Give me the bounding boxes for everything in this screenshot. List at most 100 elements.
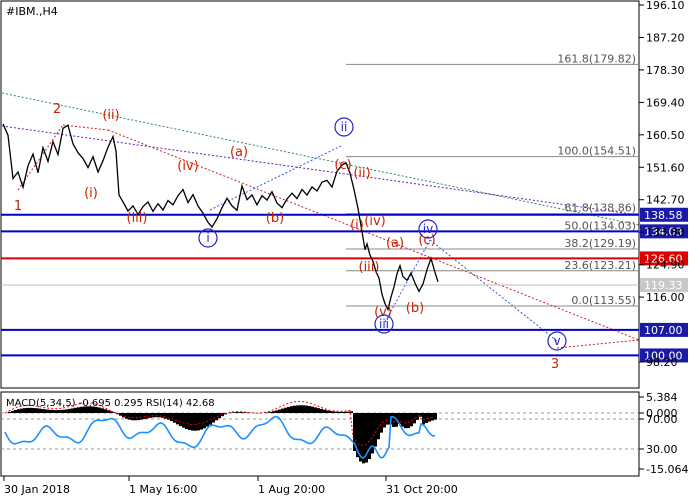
- macd-histogram-bar: [110, 411, 113, 413]
- current-price-label: 119.33: [644, 279, 683, 292]
- y-tick-label: 142.70: [646, 194, 685, 207]
- macd-histogram-bar: [56, 410, 59, 413]
- macd-histogram-bar: [53, 410, 56, 413]
- wave-label: (iii): [127, 211, 148, 226]
- macd-histogram-bar: [266, 412, 269, 413]
- macd-histogram-bar: [317, 408, 320, 413]
- macd-histogram-bar: [314, 407, 317, 413]
- fib-label: 161.8(179.82): [557, 52, 636, 65]
- circled-wave-label: v: [553, 334, 560, 348]
- macd-histogram-bar: [326, 410, 329, 413]
- wave-label: (ii): [102, 108, 119, 123]
- wave-label: (iii): [359, 260, 380, 275]
- macd-histogram-bar: [338, 411, 341, 413]
- macd-histogram-bar: [41, 408, 44, 413]
- macd-histogram-bar: [71, 408, 74, 413]
- macd-histogram-bar: [50, 409, 53, 413]
- macd-histogram-bar: [284, 407, 287, 413]
- wave-label: 1: [14, 199, 22, 214]
- macd-histogram-bar: [416, 413, 419, 420]
- macd-histogram-bar: [149, 413, 152, 418]
- macd-histogram-bar: [299, 405, 302, 413]
- x-tick-label: 31 Oct 20:00: [386, 483, 458, 496]
- y-tick-label: 151.60: [646, 161, 685, 174]
- time-axis: 30 Jan 2018 1 May 16:00 1 Aug 20:00 31 Oct …: [3, 476, 458, 496]
- price-axis: 196.10 187.20 178.30 169.40 160.50 151.60 142.…: [639, 0, 685, 369]
- macd-histogram-bar: [323, 409, 326, 413]
- fib-label: 61.8(138.86): [564, 202, 636, 215]
- macd-histogram-bar: [428, 413, 431, 422]
- macd-histogram-bar: [134, 413, 137, 421]
- wave-label: 3: [551, 357, 559, 372]
- macd-histogram-bar: [137, 413, 140, 421]
- indicator-title: MACD(5,34,5) -0.695 0.295 RSI(14) 42.68: [6, 398, 215, 409]
- macd-histogram-bar: [155, 413, 158, 418]
- macd-histogram-bar: [68, 408, 71, 413]
- macd-histogram-bar: [170, 413, 173, 422]
- wave-label: (b): [266, 211, 284, 226]
- macd-histogram-bar: [65, 409, 68, 413]
- wave-label: (iv): [177, 159, 198, 174]
- fib-label: 0.0(113.55): [571, 294, 636, 307]
- macd-histogram-bar: [434, 413, 437, 420]
- y-tick-label: 124.90: [646, 259, 685, 272]
- macd-histogram-bar: [158, 413, 161, 418]
- macd-histogram-bar: [290, 406, 293, 413]
- macd-histogram-bar: [203, 413, 206, 429]
- macd-histogram-bar: [191, 413, 194, 431]
- wave-label: (i): [84, 186, 98, 201]
- circled-wave-label: i: [206, 231, 209, 245]
- macd-histogram-bar: [341, 411, 344, 413]
- macd-histogram-bar: [281, 408, 284, 413]
- macd-histogram-bar: [401, 413, 404, 427]
- macd-histogram-bar: [269, 411, 272, 413]
- chart-title: #IBM.,H4: [6, 5, 58, 18]
- indicator-tick-label: -15.064: [646, 463, 688, 476]
- macd-histogram-bar: [14, 409, 17, 413]
- x-tick-label: 30 Jan 2018: [4, 483, 70, 496]
- y-tick-label: 187.20: [646, 31, 685, 44]
- macd-histogram-bar: [194, 413, 197, 431]
- macd-histogram-bar: [104, 409, 107, 413]
- macd-histogram-bar: [236, 412, 239, 413]
- macd-histogram-bar: [101, 408, 104, 413]
- wave-label: (a): [386, 236, 404, 251]
- macd-histogram-bar: [347, 411, 350, 413]
- y-tick-label: 169.40: [646, 96, 685, 109]
- macd-histogram-bar: [185, 413, 188, 430]
- macd-histogram-bar: [197, 413, 200, 431]
- macd-histogram-bar: [125, 413, 128, 419]
- macd-histogram-bar: [179, 413, 182, 427]
- macd-histogram-bar: [275, 410, 278, 413]
- macd-histogram-bar: [128, 413, 131, 420]
- macd-histogram-bar: [335, 411, 338, 413]
- indicator-tick-label: 30.00: [646, 443, 678, 456]
- macd-histogram-bar: [164, 413, 167, 419]
- macd-histogram-bar: [173, 413, 176, 423]
- macd-histogram-bar: [44, 409, 47, 413]
- macd-histogram-bar: [425, 413, 428, 423]
- macd-histogram-bar: [206, 413, 209, 427]
- x-tick-label: 1 May 16:00: [129, 483, 197, 496]
- macd-histogram-bar: [293, 405, 296, 413]
- macd-histogram-bar: [344, 411, 347, 413]
- fib-label: 38.2(129.19): [564, 237, 636, 250]
- macd-histogram-bar: [20, 408, 23, 413]
- circled-wave-label: iv: [423, 222, 433, 236]
- macd-histogram-bar: [332, 411, 335, 413]
- x-tick-label: 1 Aug 20:00: [258, 483, 325, 496]
- wave-label: (c): [334, 158, 351, 173]
- macd-histogram-bar: [296, 405, 299, 413]
- wave-label: (a): [230, 145, 248, 160]
- macd-histogram-bar: [368, 413, 371, 460]
- macd-histogram-bar: [167, 413, 170, 420]
- y-tick-label: 98.20: [646, 356, 678, 369]
- macd-histogram-bar: [131, 413, 134, 421]
- macd-histogram-bar: [374, 413, 377, 447]
- macd-histogram-bar: [11, 410, 14, 413]
- macd-histogram-bar: [278, 409, 281, 413]
- wave-label: (b): [406, 301, 424, 316]
- y-tick-label: 178.30: [646, 64, 685, 77]
- wave-label: 2: [53, 102, 61, 117]
- macd-histogram-bar: [233, 412, 236, 413]
